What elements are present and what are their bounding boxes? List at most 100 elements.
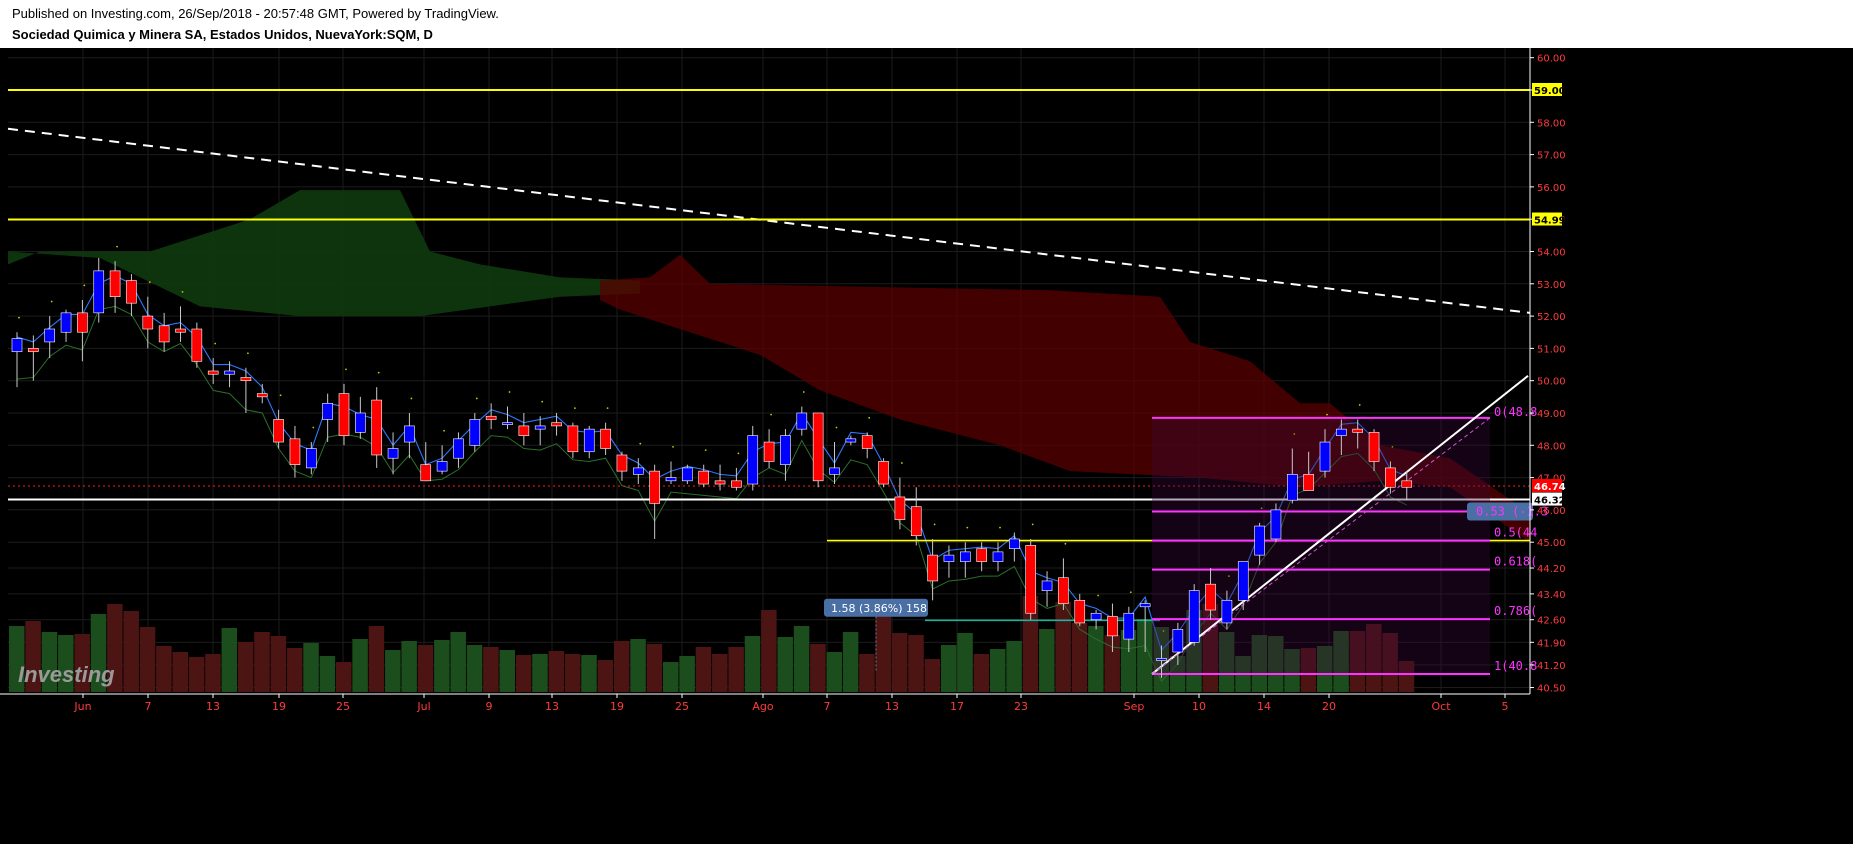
candle-body[interactable]	[567, 425, 579, 453]
fib-level-label: 0.618(	[1494, 555, 1537, 569]
candle-body[interactable]	[1385, 467, 1396, 488]
candle-body[interactable]	[714, 480, 726, 485]
candle-body[interactable]	[256, 393, 268, 398]
candle-body[interactable]	[1319, 441, 1331, 472]
candle-body[interactable]	[1156, 658, 1167, 661]
candle-body[interactable]	[28, 348, 39, 352]
candle-body[interactable]	[796, 412, 808, 430]
sar-dot	[443, 429, 445, 432]
candle-body[interactable]	[927, 554, 938, 582]
candle-body[interactable]	[109, 270, 121, 298]
candle-body[interactable]	[910, 506, 922, 537]
candle-body[interactable]	[126, 280, 137, 304]
candle-body[interactable]	[224, 370, 235, 375]
candle-body[interactable]	[453, 438, 464, 459]
candle-body[interactable]	[943, 554, 955, 562]
candle-body[interactable]	[1368, 432, 1380, 462]
candle-body[interactable]	[649, 470, 660, 504]
candle-body[interactable]	[731, 480, 742, 488]
candle-body[interactable]	[420, 464, 432, 482]
candle-body[interactable]	[404, 425, 415, 443]
candle-body[interactable]	[763, 441, 775, 462]
volume-bar	[728, 647, 744, 692]
candle-body[interactable]	[976, 548, 987, 562]
candle-body[interactable]	[387, 448, 399, 459]
candle-body[interactable]	[305, 448, 317, 469]
candle-body[interactable]	[44, 328, 56, 343]
fibonacci-retracement[interactable]: 0(48.80.53 (-1.30.5(440.618(0.786(1(40.8	[1151, 375, 1548, 675]
candle-body[interactable]	[845, 438, 857, 443]
candle-body[interactable]	[1009, 538, 1020, 549]
candle-body[interactable]	[60, 312, 72, 333]
candle-body[interactable]	[1188, 590, 1200, 643]
candle-body[interactable]	[1270, 509, 1282, 540]
candle-body[interactable]	[207, 370, 219, 375]
candle-body[interactable]	[992, 551, 1004, 562]
candle-body[interactable]	[469, 419, 481, 446]
candle-body[interactable]	[616, 454, 628, 472]
candle-body[interactable]	[1237, 561, 1249, 601]
candle-body[interactable]	[1172, 629, 1184, 653]
candle-body[interactable]	[1090, 612, 1102, 621]
candle-body[interactable]	[1287, 474, 1298, 501]
volume-bar	[156, 646, 172, 692]
candle-body[interactable]	[600, 428, 611, 449]
candle-body[interactable]	[1352, 428, 1363, 433]
candle-body[interactable]	[322, 402, 333, 420]
price-chart[interactable]: 0(48.80.53 (-1.30.5(440.618(0.786(1(40.8…	[0, 48, 1853, 844]
candle-body[interactable]	[1041, 580, 1053, 591]
candle-body[interactable]	[142, 315, 154, 330]
candle-body[interactable]	[77, 312, 88, 333]
candle-body[interactable]	[502, 422, 513, 425]
candle-body[interactable]	[698, 470, 710, 485]
candle-body[interactable]	[1221, 600, 1233, 624]
candle-body[interactable]	[93, 270, 105, 314]
candle-body[interactable]	[1107, 616, 1118, 637]
candle-body[interactable]	[632, 467, 644, 475]
candle-body[interactable]	[158, 325, 170, 343]
candle-body[interactable]	[273, 419, 284, 443]
candle-body[interactable]	[861, 435, 873, 449]
candle-body[interactable]	[338, 393, 350, 436]
candle-body[interactable]	[1139, 603, 1151, 608]
candle-body[interactable]	[583, 428, 595, 453]
time-tick-label: 19	[610, 700, 624, 713]
candle-body[interactable]	[436, 461, 448, 472]
sar-dot	[1097, 594, 1099, 597]
candle-body[interactable]	[175, 328, 186, 333]
volume-bar	[237, 642, 254, 692]
candle-body[interactable]	[894, 496, 906, 520]
candle-body[interactable]	[240, 377, 252, 381]
candle-body[interactable]	[1401, 480, 1413, 488]
candle-body[interactable]	[878, 461, 889, 485]
candle-body[interactable]	[1074, 600, 1086, 624]
candle-body[interactable]	[518, 425, 530, 436]
candle-body[interactable]	[1303, 474, 1314, 491]
candle-body[interactable]	[11, 338, 23, 352]
candle-body[interactable]	[1058, 577, 1069, 604]
candle-body[interactable]	[665, 477, 677, 482]
volume-bar	[385, 650, 401, 692]
candle-body[interactable]	[534, 425, 546, 430]
candle-body[interactable]	[812, 412, 824, 482]
candle-body[interactable]	[1025, 545, 1036, 614]
candle-body[interactable]	[551, 422, 562, 427]
candle-body[interactable]	[1123, 612, 1135, 640]
candle-body[interactable]	[1254, 525, 1265, 556]
sar-dot	[247, 352, 249, 355]
candle-body[interactable]	[1205, 583, 1216, 611]
candle-body[interactable]	[355, 412, 366, 433]
sar-dot	[116, 245, 118, 248]
candle-body[interactable]	[829, 467, 840, 475]
candle-body[interactable]	[780, 435, 791, 465]
candle-body[interactable]	[682, 467, 693, 482]
candle-body[interactable]	[371, 399, 383, 456]
candle-body[interactable]	[747, 435, 759, 485]
candle-body[interactable]	[289, 438, 301, 465]
candle-body[interactable]	[485, 415, 497, 420]
candle-body[interactable]	[1336, 428, 1347, 436]
candle-body[interactable]	[959, 551, 971, 562]
volume-bar	[924, 659, 941, 692]
candle-body[interactable]	[191, 328, 203, 362]
volume-bar	[221, 628, 238, 692]
